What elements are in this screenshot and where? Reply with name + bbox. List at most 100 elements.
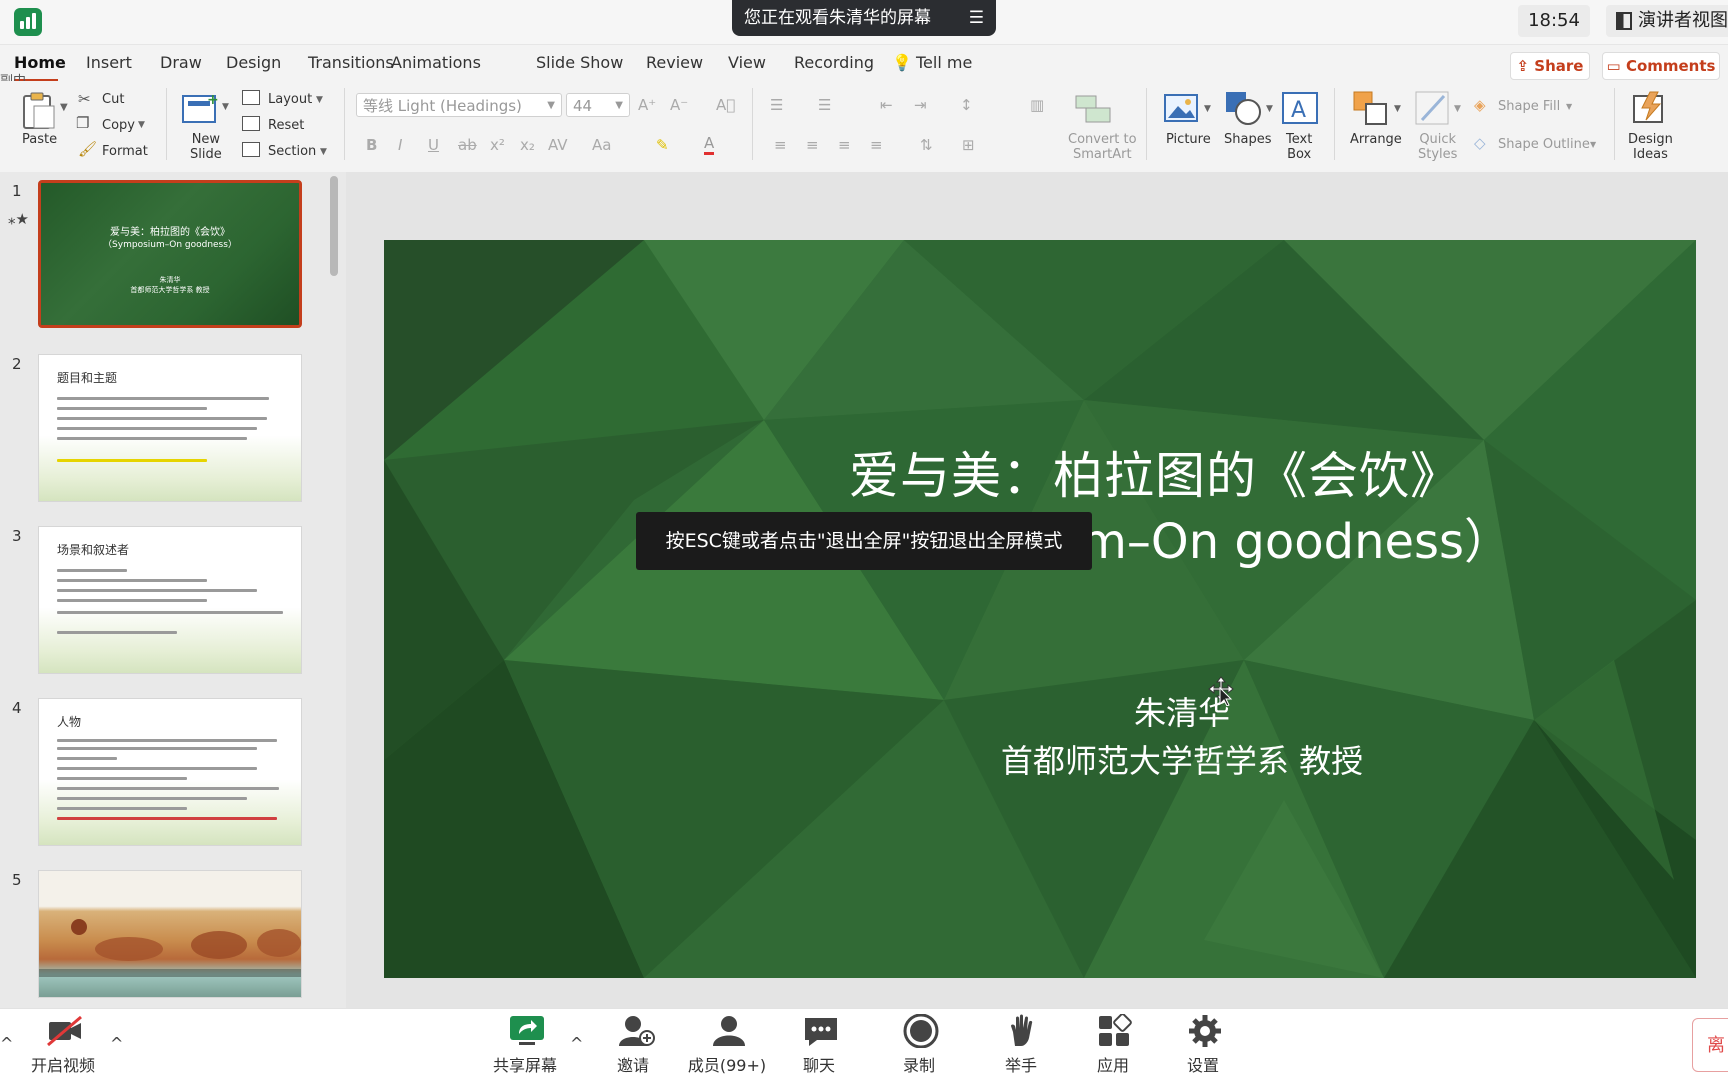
reset-button[interactable]: Reset	[268, 118, 304, 133]
shrink-font-icon[interactable]: A⁻	[670, 96, 688, 114]
layout-dropdown-icon[interactable]: ▼	[316, 95, 323, 105]
quick-styles-dropdown-icon[interactable]: ▼	[1454, 104, 1461, 114]
video-options-caret-icon[interactable]: ^	[110, 1034, 123, 1053]
highlight-icon[interactable]: ✎	[656, 136, 669, 154]
tab-transitions[interactable]: Transitions	[308, 53, 394, 72]
current-slide[interactable]: 爱与美：柏拉图的《会饮》 （Symposium–On goodness） 朱清华…	[384, 240, 1696, 978]
section-icon[interactable]	[242, 142, 260, 157]
paste-label[interactable]: Paste	[22, 132, 57, 147]
shape-fill-icon[interactable]: ◈	[1474, 96, 1486, 114]
slide-thumbnail-3[interactable]: 场景和叙述者	[38, 526, 302, 674]
speaker-view-button[interactable]: 演讲者视图	[1606, 5, 1728, 37]
shape-outline-button[interactable]: Shape Outline	[1498, 137, 1590, 152]
align-right-icon[interactable]: ≡	[838, 136, 851, 154]
meeting-stats-icon[interactable]	[14, 8, 42, 36]
font-color-icon[interactable]: A	[704, 134, 715, 155]
slide-thumbnail-4[interactable]: 人物	[38, 698, 302, 846]
paste-dropdown-icon[interactable]: ▼	[60, 102, 68, 113]
text-direction-icon[interactable]: ⇅	[920, 136, 933, 154]
slide-title[interactable]: 爱与美：柏拉图的《会饮》	[384, 436, 1696, 508]
slide-affiliation[interactable]: 首都师范大学哲学系 教授	[384, 736, 1696, 782]
leave-meeting-button[interactable]: 离	[1692, 1018, 1728, 1072]
columns-icon[interactable]: ▥	[1030, 96, 1044, 114]
bold-icon[interactable]: B	[366, 136, 377, 154]
viewing-banner[interactable]: 您正在观看朱清华的屏幕 ☰	[732, 0, 996, 36]
copy-dropdown-icon[interactable]: ▼	[138, 120, 145, 130]
textbox-button[interactable]: Text Box	[1286, 132, 1312, 162]
arrange-button[interactable]: Arrange	[1350, 132, 1402, 147]
format-painter-icon[interactable]: 🖌	[78, 140, 97, 158]
tab-design[interactable]: Design	[226, 53, 281, 72]
line-spacing-icon[interactable]: ↕	[960, 96, 973, 114]
picture-icon[interactable]	[1164, 94, 1200, 124]
tab-recording[interactable]: Recording	[794, 53, 874, 72]
quick-styles-button[interactable]: Quick Styles	[1418, 132, 1457, 162]
new-slide-icon[interactable]: +	[180, 90, 220, 128]
new-slide-button[interactable]: New Slide	[190, 132, 222, 162]
share-options-caret-icon[interactable]: ^	[570, 1034, 583, 1053]
tab-animations[interactable]: Animations	[391, 53, 481, 72]
design-ideas-icon[interactable]	[1632, 90, 1670, 126]
tab-slide-show[interactable]: Slide Show	[536, 53, 623, 72]
subscript-icon[interactable]: x₂	[520, 136, 535, 154]
numbering-icon[interactable]: ☰	[818, 96, 831, 114]
scissors-icon[interactable]: ✂	[78, 90, 91, 108]
tell-me-search[interactable]: Tell me	[916, 53, 972, 72]
character-spacing-icon[interactable]: AV	[548, 136, 568, 154]
arrange-icon[interactable]	[1352, 90, 1390, 126]
shape-outline-dropdown-icon[interactable]: ▼	[1590, 140, 1596, 149]
italic-icon[interactable]: I	[398, 136, 402, 154]
share-button[interactable]: ⇪ Share	[1510, 52, 1590, 80]
superscript-icon[interactable]: x²	[490, 136, 505, 154]
section-dropdown-icon[interactable]: ▼	[320, 147, 327, 157]
picture-button[interactable]: Picture	[1166, 132, 1211, 147]
clear-formatting-icon[interactable]: A⃠	[716, 96, 735, 114]
tab-view[interactable]: View	[728, 53, 766, 72]
tab-insert[interactable]: Insert	[86, 53, 132, 72]
bullets-icon[interactable]: ☰	[770, 96, 783, 114]
convert-smartart-icon[interactable]	[1074, 92, 1114, 126]
thumbnail-scrollbar[interactable]	[330, 176, 338, 276]
align-left-icon[interactable]: ≡	[774, 136, 787, 154]
slide-author[interactable]: 朱清华	[384, 688, 1696, 734]
underline-icon[interactable]: U	[428, 136, 439, 154]
align-center-icon[interactable]: ≡	[806, 136, 819, 154]
view-options-icon[interactable]: ☰	[969, 0, 984, 36]
section-button[interactable]: Section	[268, 144, 316, 159]
quick-styles-icon[interactable]	[1414, 90, 1452, 128]
layout-icon[interactable]	[242, 90, 260, 105]
convert-smartart-button[interactable]: Convert to SmartArt	[1068, 132, 1137, 162]
textbox-icon[interactable]: A	[1282, 92, 1318, 126]
design-ideas-button[interactable]: Design Ideas	[1628, 132, 1673, 162]
change-case-icon[interactable]: Aa	[592, 136, 611, 154]
justify-icon[interactable]: ≡	[870, 136, 883, 154]
shape-fill-button[interactable]: Shape Fill	[1498, 99, 1560, 114]
cut-button[interactable]: Cut	[102, 92, 124, 107]
align-text-icon[interactable]: ⊞	[962, 136, 975, 154]
shape-outline-icon[interactable]: ◇	[1474, 134, 1486, 152]
arrange-dropdown-icon[interactable]: ▼	[1394, 104, 1401, 114]
decrease-indent-icon[interactable]: ⇤	[880, 96, 893, 114]
shapes-icon[interactable]	[1224, 90, 1264, 126]
grow-font-icon[interactable]: A⁺	[638, 96, 656, 114]
format-painter-button[interactable]: Format	[102, 144, 148, 159]
tab-draw[interactable]: Draw	[160, 53, 202, 72]
strikethrough-icon[interactable]: ab	[458, 136, 477, 154]
shapes-button[interactable]: Shapes	[1224, 132, 1271, 147]
increase-indent-icon[interactable]: ⇥	[914, 96, 927, 114]
caret-up-icon[interactable]: ^	[0, 1034, 13, 1053]
slide-thumbnail-5[interactable]	[38, 870, 302, 998]
new-slide-dropdown-icon[interactable]: ▼	[222, 102, 229, 112]
tab-review[interactable]: Review	[646, 53, 703, 72]
comments-button[interactable]: ▭ Comments	[1602, 52, 1720, 80]
copy-icon[interactable]: ❐	[76, 114, 89, 132]
font-name-box[interactable]: 等线 Light (Headings) ▼	[356, 93, 562, 117]
reset-icon[interactable]	[242, 116, 260, 131]
copy-button[interactable]: Copy	[102, 118, 135, 133]
layout-button[interactable]: Layout	[268, 92, 312, 107]
shape-fill-dropdown-icon[interactable]: ▼	[1566, 102, 1572, 111]
slide-thumbnail-1[interactable]: 爱与美：柏拉图的《会饮》 （Symposium–On goodness） 朱清华…	[38, 180, 302, 328]
paste-icon[interactable]	[20, 92, 58, 130]
slide-thumbnail-2[interactable]: 题目和主题	[38, 354, 302, 502]
picture-dropdown-icon[interactable]: ▼	[1204, 104, 1211, 114]
